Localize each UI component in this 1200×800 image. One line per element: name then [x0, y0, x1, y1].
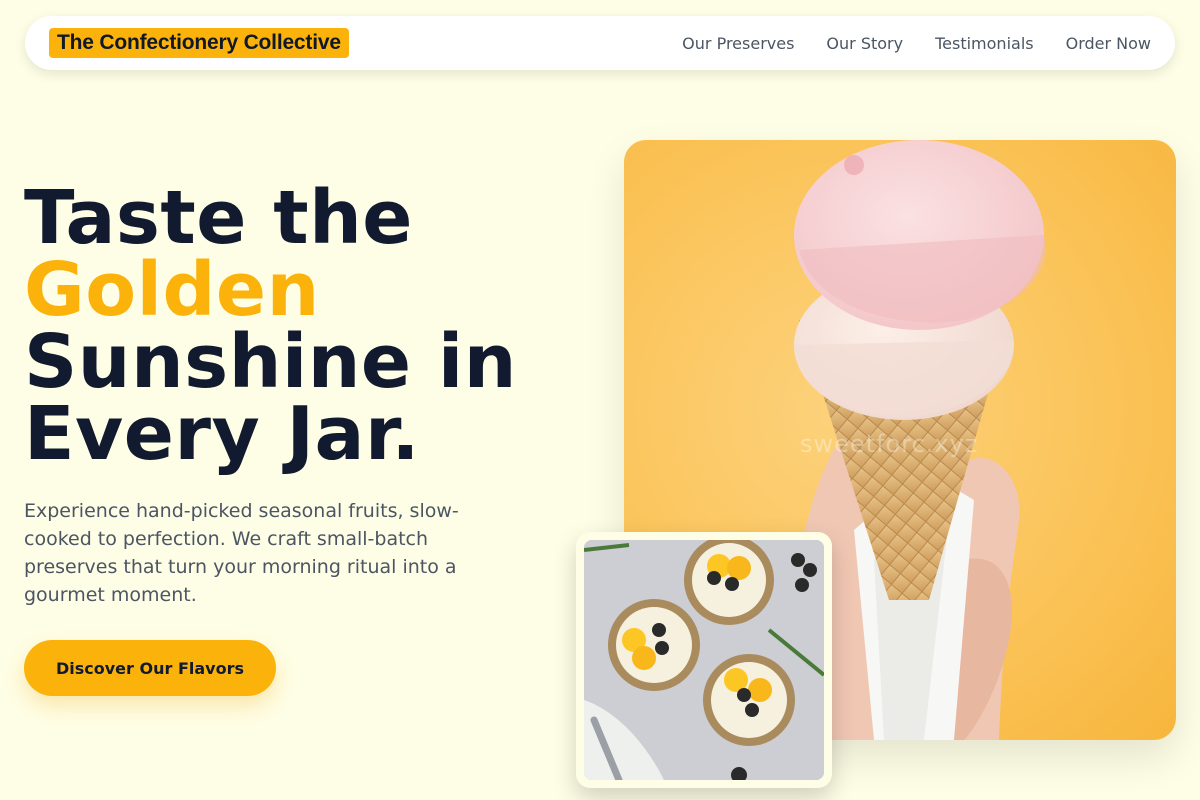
hero-title: Taste the Golden Sunshine in Every Jar.	[24, 175, 544, 477]
fruit-tarts-thumbnail	[576, 532, 832, 788]
hero-title-accent: Golden	[24, 247, 320, 333]
nav-links: Our Preserves Our Story Testimonials Ord…	[682, 34, 1151, 53]
fruit-tarts-image	[584, 540, 824, 780]
hero-title-line-3: Sunshine in	[24, 319, 517, 405]
image-watermark: sweetforc.xyz	[800, 430, 979, 458]
hero-title-line-1: Taste the	[24, 175, 413, 261]
nav-link-our-preserves[interactable]: Our Preserves	[682, 34, 794, 53]
nav-link-testimonials[interactable]: Testimonials	[935, 34, 1034, 53]
navbar: The Confectionery Collective Our Preserv…	[25, 16, 1175, 70]
fruit-tarts-icon	[584, 540, 824, 780]
nav-link-order-now[interactable]: Order Now	[1066, 34, 1151, 53]
hero-description: Experience hand-picked seasonal fruits, …	[24, 500, 459, 606]
discover-flavors-button[interactable]: Discover Our Flavors	[24, 640, 276, 696]
brand-logo[interactable]: The Confectionery Collective	[49, 28, 349, 58]
hero-title-line-4: Every Jar.	[24, 391, 420, 477]
nav-link-our-story[interactable]: Our Story	[826, 34, 903, 53]
